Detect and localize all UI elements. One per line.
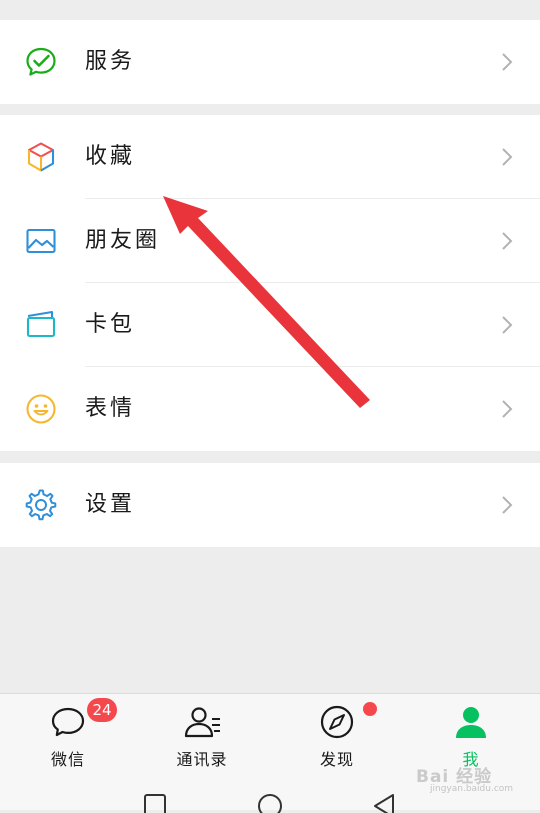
favorites-cube-icon (24, 140, 58, 174)
menu-label-settings: 设置 (85, 492, 136, 517)
back-button[interactable] (372, 793, 396, 813)
chevron-right-icon (500, 495, 514, 515)
person-icon (451, 704, 491, 740)
new-dot-indicator (363, 702, 377, 716)
menu-item-favorites[interactable]: 收藏 (0, 115, 540, 199)
services-group: 服务 (0, 20, 540, 104)
features-group: 收藏 朋友圈 卡包 表情 (0, 115, 540, 451)
chevron-right-icon (500, 52, 514, 72)
gear-icon (24, 488, 58, 522)
tab-chats[interactable]: 24 微信 (8, 694, 128, 776)
tab-label-contacts: 通讯录 (176, 750, 228, 769)
menu-label-moments: 朋友圈 (85, 228, 161, 253)
menu-label-favorites: 收藏 (85, 144, 136, 169)
compass-icon (317, 704, 357, 740)
menu-item-stickers[interactable]: 表情 (0, 367, 540, 451)
recent-apps-button[interactable] (143, 793, 167, 813)
settings-group: 设置 (0, 463, 540, 547)
tab-contacts[interactable]: 通讯录 (142, 694, 262, 776)
card-wallet-icon (24, 308, 58, 342)
unread-badge: 24 (87, 698, 117, 722)
baidu-watermark: Bai 经验 jingyan.baidu.com (416, 762, 540, 800)
chevron-right-icon (500, 315, 514, 335)
menu-label-stickers: 表情 (85, 396, 136, 421)
chevron-right-icon (500, 147, 514, 167)
home-button[interactable] (257, 793, 283, 813)
contacts-icon (182, 704, 222, 740)
menu-item-services[interactable]: 服务 (0, 20, 540, 104)
tab-discover[interactable]: 发现 (277, 694, 397, 776)
moments-photo-icon (24, 224, 58, 258)
menu-label-services: 服务 (85, 49, 136, 74)
chevron-right-icon (500, 231, 514, 251)
menu-item-moments[interactable]: 朋友圈 (0, 199, 540, 283)
menu-item-cards[interactable]: 卡包 (0, 283, 540, 367)
menu-item-settings[interactable]: 设置 (0, 463, 540, 547)
chevron-right-icon (500, 399, 514, 419)
tab-label-chats: 微信 (50, 750, 85, 769)
menu-label-cards: 卡包 (85, 312, 136, 337)
tab-label-discover: 发现 (319, 750, 354, 769)
watermark-url: jingyan.baidu.com (430, 784, 514, 794)
chat-bubble-icon (48, 704, 88, 740)
wechat-pay-icon (24, 45, 58, 79)
smiley-icon (24, 392, 58, 426)
